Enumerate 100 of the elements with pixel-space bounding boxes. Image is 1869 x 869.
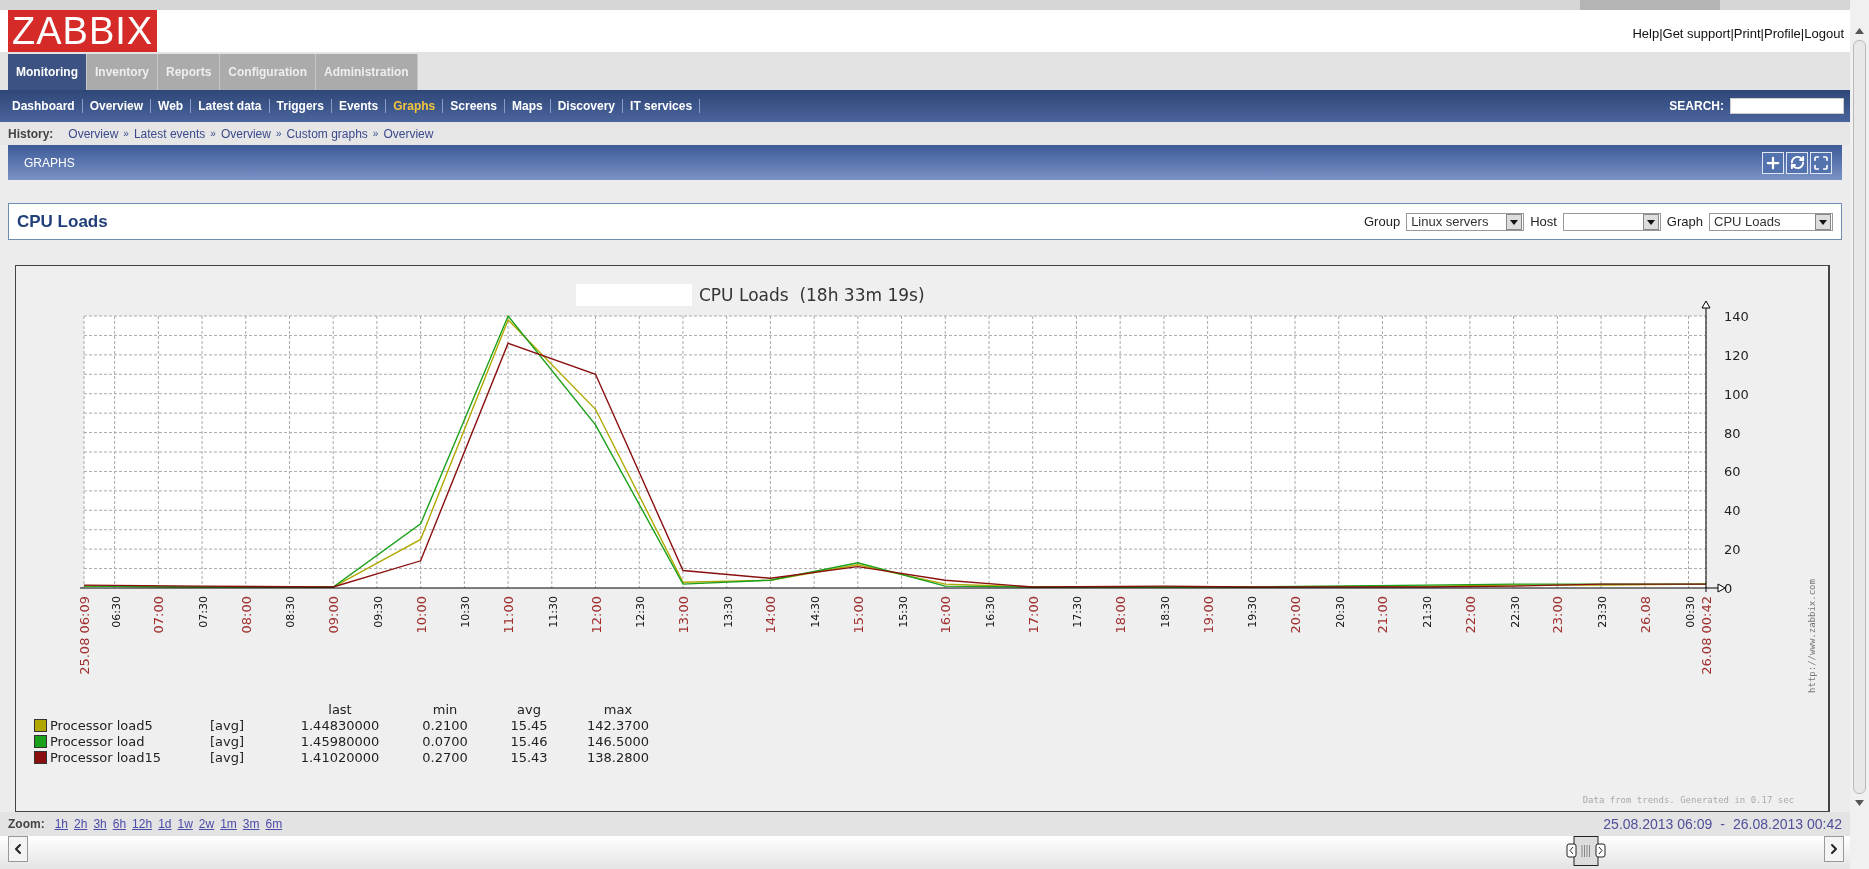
x-tick-label: 09:00: [326, 596, 342, 634]
search-label: SEARCH:: [1669, 99, 1724, 113]
x-tick-label: 08:30: [284, 596, 298, 628]
menu-link[interactable]: Overview: [82, 99, 152, 113]
menu-link[interactable]: Screens: [443, 99, 505, 113]
legend-value: 0.2700: [421, 750, 469, 765]
fullscreen-button[interactable]: [1810, 151, 1832, 174]
x-tick-label: 18:30: [1158, 596, 1172, 628]
x-tick-label: 16:30: [984, 596, 997, 628]
x-tick-label: 11:30: [546, 596, 560, 628]
x-tick-label: 19:00: [1200, 596, 1216, 634]
link-separator: |: [1730, 26, 1734, 41]
header-link[interactable]: Print: [1733, 26, 1761, 41]
breadcrumb-separator: »: [123, 128, 129, 139]
filter-label: Group: [1364, 214, 1401, 229]
breadcrumb-link[interactable]: Overview: [68, 126, 119, 141]
legend-name: Processor load15: [50, 750, 163, 765]
scroll-left-button[interactable]: [8, 836, 28, 862]
menu-link[interactable]: IT services: [623, 99, 701, 113]
x-tick-label: 10:30: [459, 596, 473, 628]
y-tick-label: 60: [1724, 464, 1741, 480]
zoom-link[interactable]: 6m: [265, 817, 283, 831]
scroll-up-icon[interactable]: [1855, 28, 1864, 34]
generation-note: Data from trends. Generated in 0.17 sec: [1582, 795, 1794, 805]
x-tick-label: 11:00: [501, 596, 517, 634]
zoom-link[interactable]: 1h: [54, 817, 68, 831]
zoom-link[interactable]: 1d: [158, 817, 172, 831]
breadcrumb-link[interactable]: Overview: [220, 126, 271, 141]
menu-link[interactable]: Latest data: [191, 99, 270, 113]
x-tick-label: 22:30: [1508, 596, 1522, 628]
legend-header: min: [431, 702, 459, 717]
scroll-down-icon[interactable]: [1855, 800, 1864, 806]
zoom-link[interactable]: 6h: [112, 817, 127, 831]
menu-link[interactable]: Dashboard: [8, 99, 83, 113]
x-tick-label: 21:00: [1375, 596, 1391, 634]
x-tick-label: 19:30: [1246, 596, 1260, 628]
scrollbar-thumb[interactable]: [1853, 40, 1866, 794]
menu-link[interactable]: Web: [151, 99, 192, 113]
x-tick-label: 14:30: [809, 596, 823, 628]
legend-header: avg: [516, 702, 542, 717]
x-tick-label: 12:30: [634, 596, 648, 628]
filter-select[interactable]: Linux servers: [1406, 212, 1525, 231]
breadcrumb-separator: »: [210, 128, 216, 139]
breadcrumb-link[interactable]: Custom graphs: [286, 126, 368, 141]
add-button[interactable]: [1762, 151, 1784, 174]
filter-select[interactable]: [1562, 212, 1661, 231]
header-link[interactable]: Get support: [1662, 26, 1731, 41]
timeline-handle[interactable]: [1566, 836, 1606, 866]
zoom-link[interactable]: 3h: [93, 817, 107, 831]
zoom-link[interactable]: 1w: [177, 817, 193, 831]
caret-icon: [1506, 213, 1523, 230]
legend-header: max: [602, 702, 634, 717]
menu-link[interactable]: Events: [331, 99, 387, 113]
menu-link[interactable]: Graphs: [386, 99, 444, 113]
x-tick-label: 12:00: [588, 596, 604, 634]
x-tick-label: 13:30: [721, 596, 735, 628]
x-tick-label: 18:00: [1113, 596, 1129, 634]
x-tick-label: 07:00: [151, 596, 167, 634]
x-tick-label: 17:30: [1071, 596, 1085, 628]
zoom-link[interactable]: 12h: [132, 817, 153, 831]
zoom-link[interactable]: 1m: [220, 817, 237, 831]
menu-tab[interactable]: Monitoring: [8, 54, 87, 90]
header-link[interactable]: Profile: [1764, 26, 1801, 41]
y-tick-label: 100: [1724, 386, 1749, 402]
zoom-link[interactable]: 2w: [198, 817, 215, 831]
x-tick-label: 08:00: [238, 596, 254, 634]
link-separator: |: [1659, 26, 1663, 41]
refresh-button[interactable]: [1786, 151, 1808, 174]
menu-link[interactable]: Maps: [505, 99, 551, 113]
zoom-link[interactable]: 2h: [74, 817, 88, 831]
menu-link[interactable]: Triggers: [269, 99, 332, 113]
x-tick-label: 09:30: [371, 596, 385, 628]
zoom-link[interactable]: 3m: [242, 817, 260, 831]
zoom-label: Zoom:: [8, 817, 45, 831]
y-tick-label: 120: [1724, 347, 1749, 363]
legend-value: 0.2100: [421, 718, 469, 733]
caret-icon: [1815, 213, 1831, 230]
period-start: 25.08.2013 06:09: [1603, 816, 1713, 832]
x-tick-label: 17:00: [1025, 596, 1041, 634]
y-tick-label: 0: [1724, 581, 1733, 596]
legend-name: Processor load5: [50, 718, 154, 733]
y-tick-label: 40: [1724, 503, 1741, 519]
breadcrumb-link[interactable]: Latest events: [133, 126, 206, 141]
menu-link[interactable]: Discovery: [550, 99, 624, 113]
header-link[interactable]: Logout: [1804, 26, 1844, 41]
legend-value: 0.0700: [421, 734, 469, 749]
x-tick-label: 25.08 06:09: [77, 596, 92, 675]
legend-function: [avg]: [210, 718, 246, 733]
x-tick-label: 26.08 00:42: [1699, 596, 1714, 675]
x-tick-label: 22:00: [1462, 596, 1478, 634]
search-field[interactable]: [1730, 98, 1844, 114]
scroll-right-button[interactable]: [1824, 836, 1844, 862]
x-tick-label: 26.08: [1637, 596, 1653, 634]
breadcrumb-link[interactable]: Overview: [383, 126, 434, 141]
x-tick-label: 15:30: [896, 596, 910, 628]
filter-select[interactable]: CPU Loads: [1709, 212, 1833, 231]
legend-function: [avg]: [210, 750, 246, 765]
x-tick-label: 06:30: [109, 596, 123, 628]
header-link[interactable]: Help: [1632, 26, 1660, 41]
legend-value: 15.46: [509, 734, 549, 749]
